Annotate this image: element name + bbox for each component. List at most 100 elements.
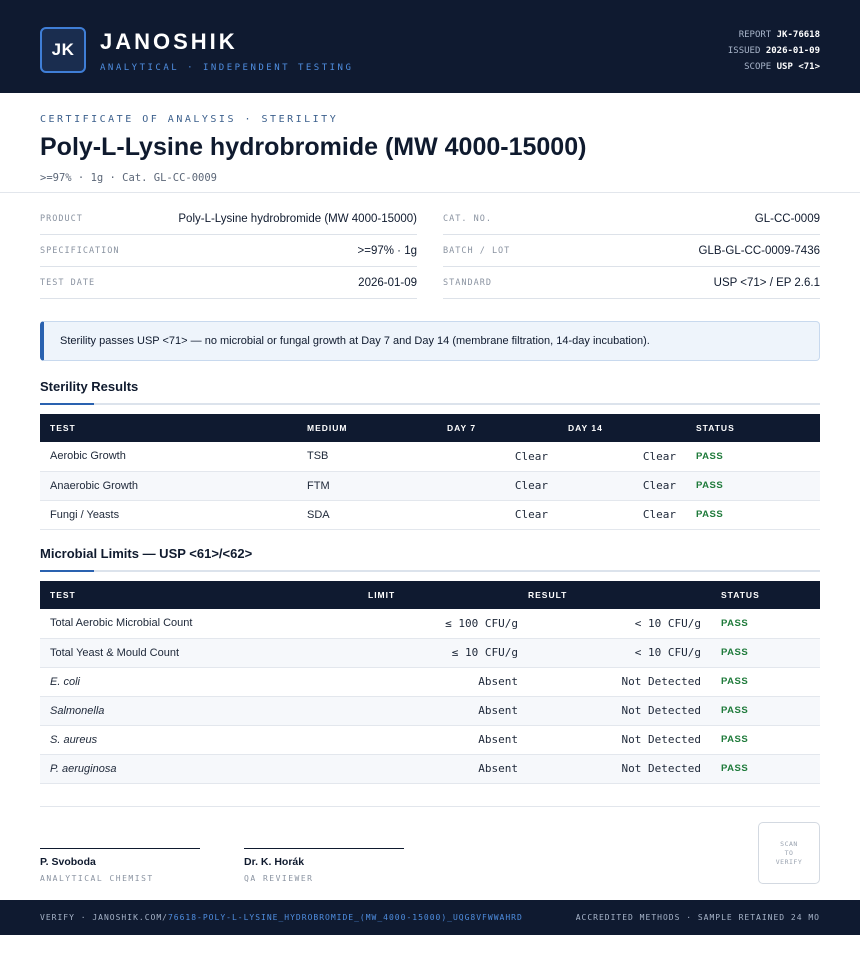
cell-day14: Clear: [642, 479, 676, 492]
status-badge: PASS: [721, 647, 749, 658]
cell-day14: Clear: [642, 449, 676, 463]
table-row: Total Yeast & Mould Count ≤ 10 CFU/g < 1…: [40, 638, 820, 667]
column-header-status: STATUS: [721, 590, 760, 600]
info-value: 2026-01-09: [358, 277, 417, 289]
cell-limit: Absent: [478, 733, 518, 746]
brand-tagline: ANALYTICAL · INDEPENDENT TESTING: [100, 63, 354, 73]
info-label: PRODUCT: [40, 214, 83, 224]
sterility-section-rule: [40, 403, 820, 405]
info-value: Poly-L-Lysine hydrobromide (MW 4000-1500…: [178, 213, 417, 225]
scope-value: USP <71>: [776, 62, 820, 72]
status-badge: PASS: [696, 509, 724, 520]
cell-test: Aerobic Growth: [50, 450, 126, 463]
table-row: P. aeruginosa Absent Not Detected PASS: [40, 754, 820, 783]
issued-label: ISSUED: [727, 46, 761, 56]
cell-test: Total Yeast & Mould Count: [50, 646, 180, 659]
signer-name: P. Svoboda: [40, 856, 96, 868]
info-row-batch: BATCH / LOT GLB-GL-CC-0009-7436: [443, 235, 820, 267]
info-row-test-date: TEST DATE 2026-01-09: [40, 267, 417, 299]
column-header-day7: DAY 7: [447, 423, 477, 433]
cell-result: Not Detected: [621, 733, 701, 746]
qr-caption-line: TO: [784, 848, 794, 857]
cell-result: Not Detected: [621, 675, 701, 688]
info-value: >=97% · 1g: [357, 245, 417, 257]
info-label: CAT. NO.: [443, 214, 492, 224]
cell-test: P. aeruginosa: [50, 762, 117, 775]
info-row-product: PRODUCT Poly-L-Lysine hydrobromide (MW 4…: [40, 203, 417, 235]
cell-limit: Absent: [478, 704, 518, 717]
section-rule-accent: [40, 403, 94, 405]
info-value: USP <71> / EP 2.6.1: [713, 277, 820, 289]
info-row-cat-no: CAT. NO. GL-CC-0009: [443, 203, 820, 235]
section-rule-accent: [40, 570, 94, 572]
signer-name: Dr. K. Horák: [244, 856, 305, 868]
table-header-row: TEST MEDIUM DAY 7 DAY 14 STATUS: [40, 414, 820, 442]
result-summary-banner: Sterility passes USP <71> — no microbial…: [40, 321, 820, 361]
cell-test: Anaerobic Growth: [50, 479, 139, 492]
info-column-right: CAT. NO. GL-CC-0009 BATCH / LOT GLB-GL-C…: [443, 203, 820, 299]
scope-line: SCOPE USP <71>: [728, 59, 820, 75]
column-header-status: STATUS: [696, 423, 735, 433]
column-header-day14: DAY 14: [568, 423, 603, 433]
status-badge: PASS: [721, 676, 749, 687]
signature-divider: [40, 806, 820, 807]
qr-caption-line: VERIFY: [775, 857, 803, 866]
cell-day7: Clear: [514, 449, 548, 463]
report-id-line: REPORT JK-76618: [728, 27, 820, 43]
cell-day7: Clear: [514, 508, 548, 521]
info-value: GLB-GL-CC-0009-7436: [698, 245, 820, 257]
report-header: JK JANOSHIK ANALYTICAL · INDEPENDENT TES…: [0, 0, 860, 93]
table-row: E. coli Absent Not Detected PASS: [40, 667, 820, 696]
footer-note: ACCREDITED METHODS · SAMPLE RETAINED 24 …: [575, 913, 820, 922]
issued-value: 2026-01-09: [765, 46, 820, 56]
column-header-limit: LIMIT: [368, 590, 396, 600]
cell-test: Fungi / Yeasts: [50, 508, 120, 521]
status-badge: PASS: [721, 617, 749, 629]
page-title: Poly-L-Lysine hydrobromide (MW 4000-1500…: [40, 133, 587, 161]
qr-caption-line: SCAN: [780, 839, 798, 848]
status-badge: PASS: [721, 734, 749, 745]
report-id-label: REPORT: [738, 30, 772, 40]
table-row: Aerobic Growth TSB Clear Clear PASS: [40, 442, 820, 471]
status-badge: PASS: [721, 763, 749, 774]
table-row: S. aureus Absent Not Detected PASS: [40, 725, 820, 754]
info-column-left: PRODUCT Poly-L-Lysine hydrobromide (MW 4…: [40, 203, 417, 299]
issued-line: ISSUED 2026-01-09: [728, 43, 820, 59]
qr-code-icon[interactable]: SCAN TO VERIFY: [758, 822, 820, 884]
cell-result: Not Detected: [621, 762, 701, 775]
cell-test: Total Aerobic Microbial Count: [50, 617, 193, 630]
column-header-test: TEST: [50, 590, 76, 600]
cell-result: Not Detected: [621, 704, 701, 717]
cell-test: E. coli: [50, 675, 80, 688]
sterility-section-title: Sterility Results: [40, 379, 139, 394]
table-row: Total Aerobic Microbial Count ≤ 100 CFU/…: [40, 609, 820, 638]
report-footer: VERIFY · JANOSHIK.COM/76618-POLY-L-LYSIN…: [0, 900, 860, 935]
microbial-section-title: Microbial Limits — USP <61>/<62>: [40, 546, 253, 561]
qr-caption: SCAN TO VERIFY: [776, 840, 802, 867]
info-label: STANDARD: [443, 278, 492, 288]
signer-role: ANALYTICAL CHEMIST: [40, 874, 154, 883]
title-divider: [0, 192, 860, 193]
signature-block-analyst: P. Svoboda ANALYTICAL CHEMIST: [40, 848, 200, 883]
page-subtitle: >=97% · 1g · Cat. GL-CC-0009: [40, 172, 218, 184]
scope-label: SCOPE: [744, 62, 772, 72]
status-badge: PASS: [696, 480, 724, 491]
cell-limit: ≤ 10 CFU/g: [451, 646, 518, 659]
info-label: BATCH / LOT: [443, 246, 511, 256]
cell-medium: SDA: [307, 508, 330, 521]
info-row-standard: STANDARD USP <71> / EP 2.6.1: [443, 267, 820, 299]
cell-result: < 10 CFU/g: [634, 616, 701, 630]
info-value: GL-CC-0009: [754, 213, 820, 225]
cell-limit: Absent: [478, 675, 518, 688]
cell-medium: TSB: [307, 450, 329, 463]
info-label: TEST DATE: [40, 278, 96, 288]
column-header-medium: MEDIUM: [307, 423, 348, 433]
cell-day14: Clear: [642, 508, 676, 521]
verify-line: VERIFY · JANOSHIK.COM/76618-POLY-L-LYSIN…: [40, 913, 523, 922]
cell-test: Salmonella: [50, 704, 105, 717]
signer-role: QA REVIEWER: [244, 874, 314, 883]
verify-link[interactable]: 76618-POLY-L-LYSINE_HYDROBROMIDE_(MW_400…: [168, 913, 523, 922]
brand-logo: JK: [40, 27, 86, 73]
table-row: Salmonella Absent Not Detected PASS: [40, 696, 820, 725]
document-kicker: CERTIFICATE OF ANALYSIS · STERILITY: [40, 114, 339, 125]
